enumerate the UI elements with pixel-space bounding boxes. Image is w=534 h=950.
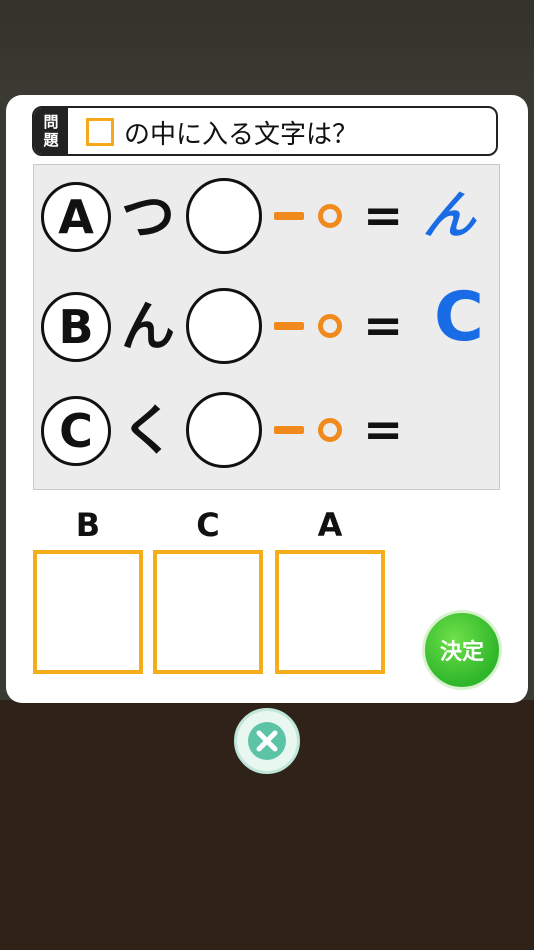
row-letter: A xyxy=(41,182,111,252)
question-tag-line2: 題 xyxy=(43,131,59,149)
blank-circle xyxy=(186,288,262,364)
close-x-icon xyxy=(248,722,286,760)
row-kana: つ xyxy=(121,185,175,248)
close-button[interactable] xyxy=(234,708,300,774)
row-letter: B xyxy=(41,292,111,362)
slot-label-2: C xyxy=(196,506,220,544)
dash-mark xyxy=(274,322,304,330)
blank-circle xyxy=(186,392,262,468)
equals-sign: = xyxy=(363,402,404,458)
question-tag: 問 題 xyxy=(34,108,68,154)
row-b-answer: C xyxy=(434,278,484,357)
blank-square-icon xyxy=(86,118,114,146)
question-bar: 問 題 の中に入る文字は？ xyxy=(32,106,498,156)
answer-slot-1[interactable] xyxy=(33,550,143,674)
puzzle-row-b: B ん = xyxy=(41,288,471,368)
ring-mark xyxy=(318,418,342,442)
slot-label-3: A xyxy=(317,506,343,544)
dash-mark xyxy=(274,426,304,434)
blank-circle xyxy=(186,178,262,254)
row-letter: C xyxy=(41,396,111,466)
answer-slot-2[interactable] xyxy=(153,550,263,674)
puzzle-row-c: C く = xyxy=(41,392,471,472)
slot-label-1: B xyxy=(75,506,101,544)
question-tag-line1: 問 xyxy=(43,113,59,131)
question-text: の中に入る文字は？ xyxy=(124,120,359,150)
confirm-button[interactable]: 決定 xyxy=(422,610,502,690)
answer-slot-3[interactable] xyxy=(275,550,385,674)
ring-mark xyxy=(318,314,342,338)
equals-sign: = xyxy=(363,188,404,244)
dash-mark xyxy=(274,212,304,220)
row-kana: ん xyxy=(121,295,175,358)
ring-mark xyxy=(318,204,342,228)
puzzle-row-a: A つ = xyxy=(41,178,471,258)
equals-sign: = xyxy=(363,298,404,354)
row-kana: く xyxy=(121,399,175,462)
